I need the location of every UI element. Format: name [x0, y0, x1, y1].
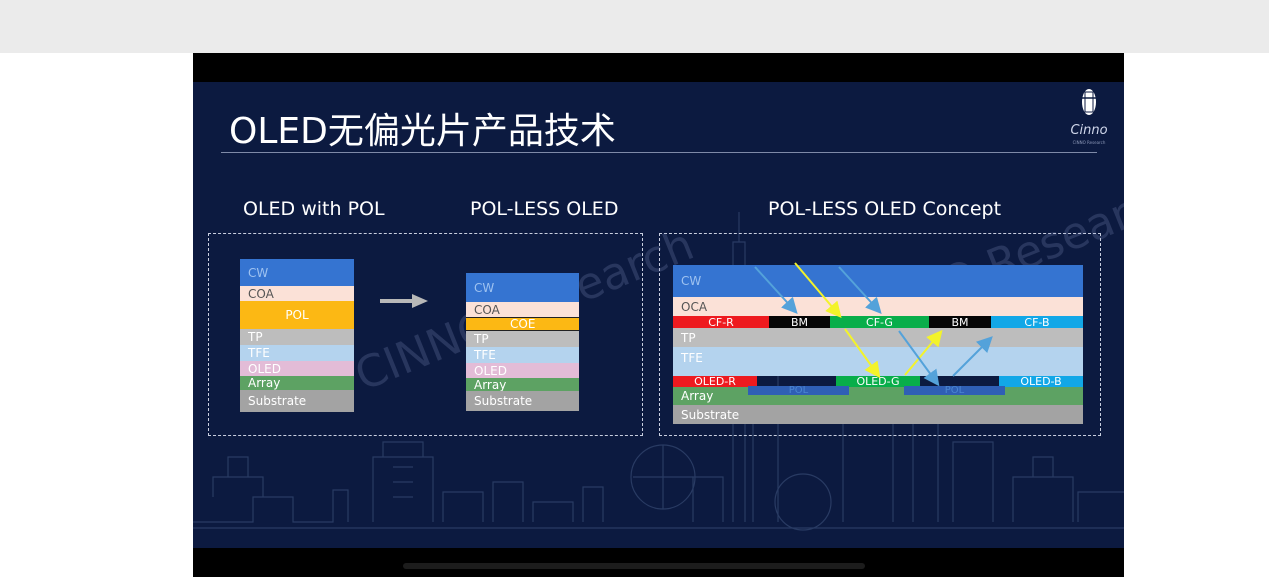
layer-tp: TP	[466, 331, 579, 347]
blue-up-arrow	[952, 336, 993, 377]
layer-array: Array	[240, 376, 354, 390]
layer-oled: OLED	[240, 361, 354, 376]
title-divider	[221, 152, 1097, 153]
layer-array: Array	[466, 378, 579, 391]
stack-oled-with-pol: CW COA POL TP TFE OLED Array Substrate	[240, 259, 354, 412]
layer-coe: COE	[466, 317, 579, 331]
layer-coa: COA	[466, 302, 579, 317]
layer-tfe: TFE	[466, 347, 579, 363]
layer-substrate: Substrate	[466, 391, 579, 411]
layer-coa: COA	[240, 286, 354, 301]
stack-pol-less-oled: CW COA COE TP TFE OLED Array Substrate	[466, 273, 579, 411]
heading-pol-less-concept: POL-LESS OLED Concept	[768, 198, 1002, 220]
yellow-down-arrow	[844, 328, 881, 379]
browser-top-bar	[0, 0, 1269, 53]
svg-text:CINNO Research: CINNO Research	[1073, 140, 1106, 145]
layer-pol: POL	[240, 301, 354, 329]
layer-oled: OLED	[466, 363, 579, 378]
blue-incoming-arrow-1	[754, 266, 798, 314]
light-path-arrows	[754, 262, 993, 387]
layer-tfe: TFE	[240, 345, 354, 361]
video-progress-bar[interactable]	[403, 563, 865, 569]
blue-incoming-arrow-2	[838, 266, 882, 314]
svg-text:Cinno: Cinno	[1070, 123, 1107, 138]
yellow-up-arrow	[904, 329, 943, 376]
layer-substrate: Substrate	[240, 390, 354, 412]
video-frame[interactable]: OLED无偏光片产品技术 Cinno CINNO Research OLED w…	[193, 53, 1124, 577]
cinno-logo: Cinno CINNO Research	[1070, 89, 1108, 145]
slide: OLED无偏光片产品技术 Cinno CINNO Research OLED w…	[193, 82, 1124, 548]
right-arrow-icon	[380, 294, 428, 308]
heading-pol-less-oled: POL-LESS OLED	[470, 198, 619, 220]
heading-oled-with-pol: OLED with POL	[243, 198, 385, 220]
yellow-incoming-arrow	[794, 262, 842, 319]
blue-down-arrow	[898, 330, 940, 387]
stack-concept: CW OCA CF-R BM CF-G BM CF-B TP TFE OLED-…	[673, 262, 1083, 424]
layer-cw: CW	[466, 273, 579, 302]
slide-title: OLED无偏光片产品技术	[229, 111, 616, 152]
layer-cw: CW	[240, 259, 354, 286]
layer-tp: TP	[240, 329, 354, 345]
